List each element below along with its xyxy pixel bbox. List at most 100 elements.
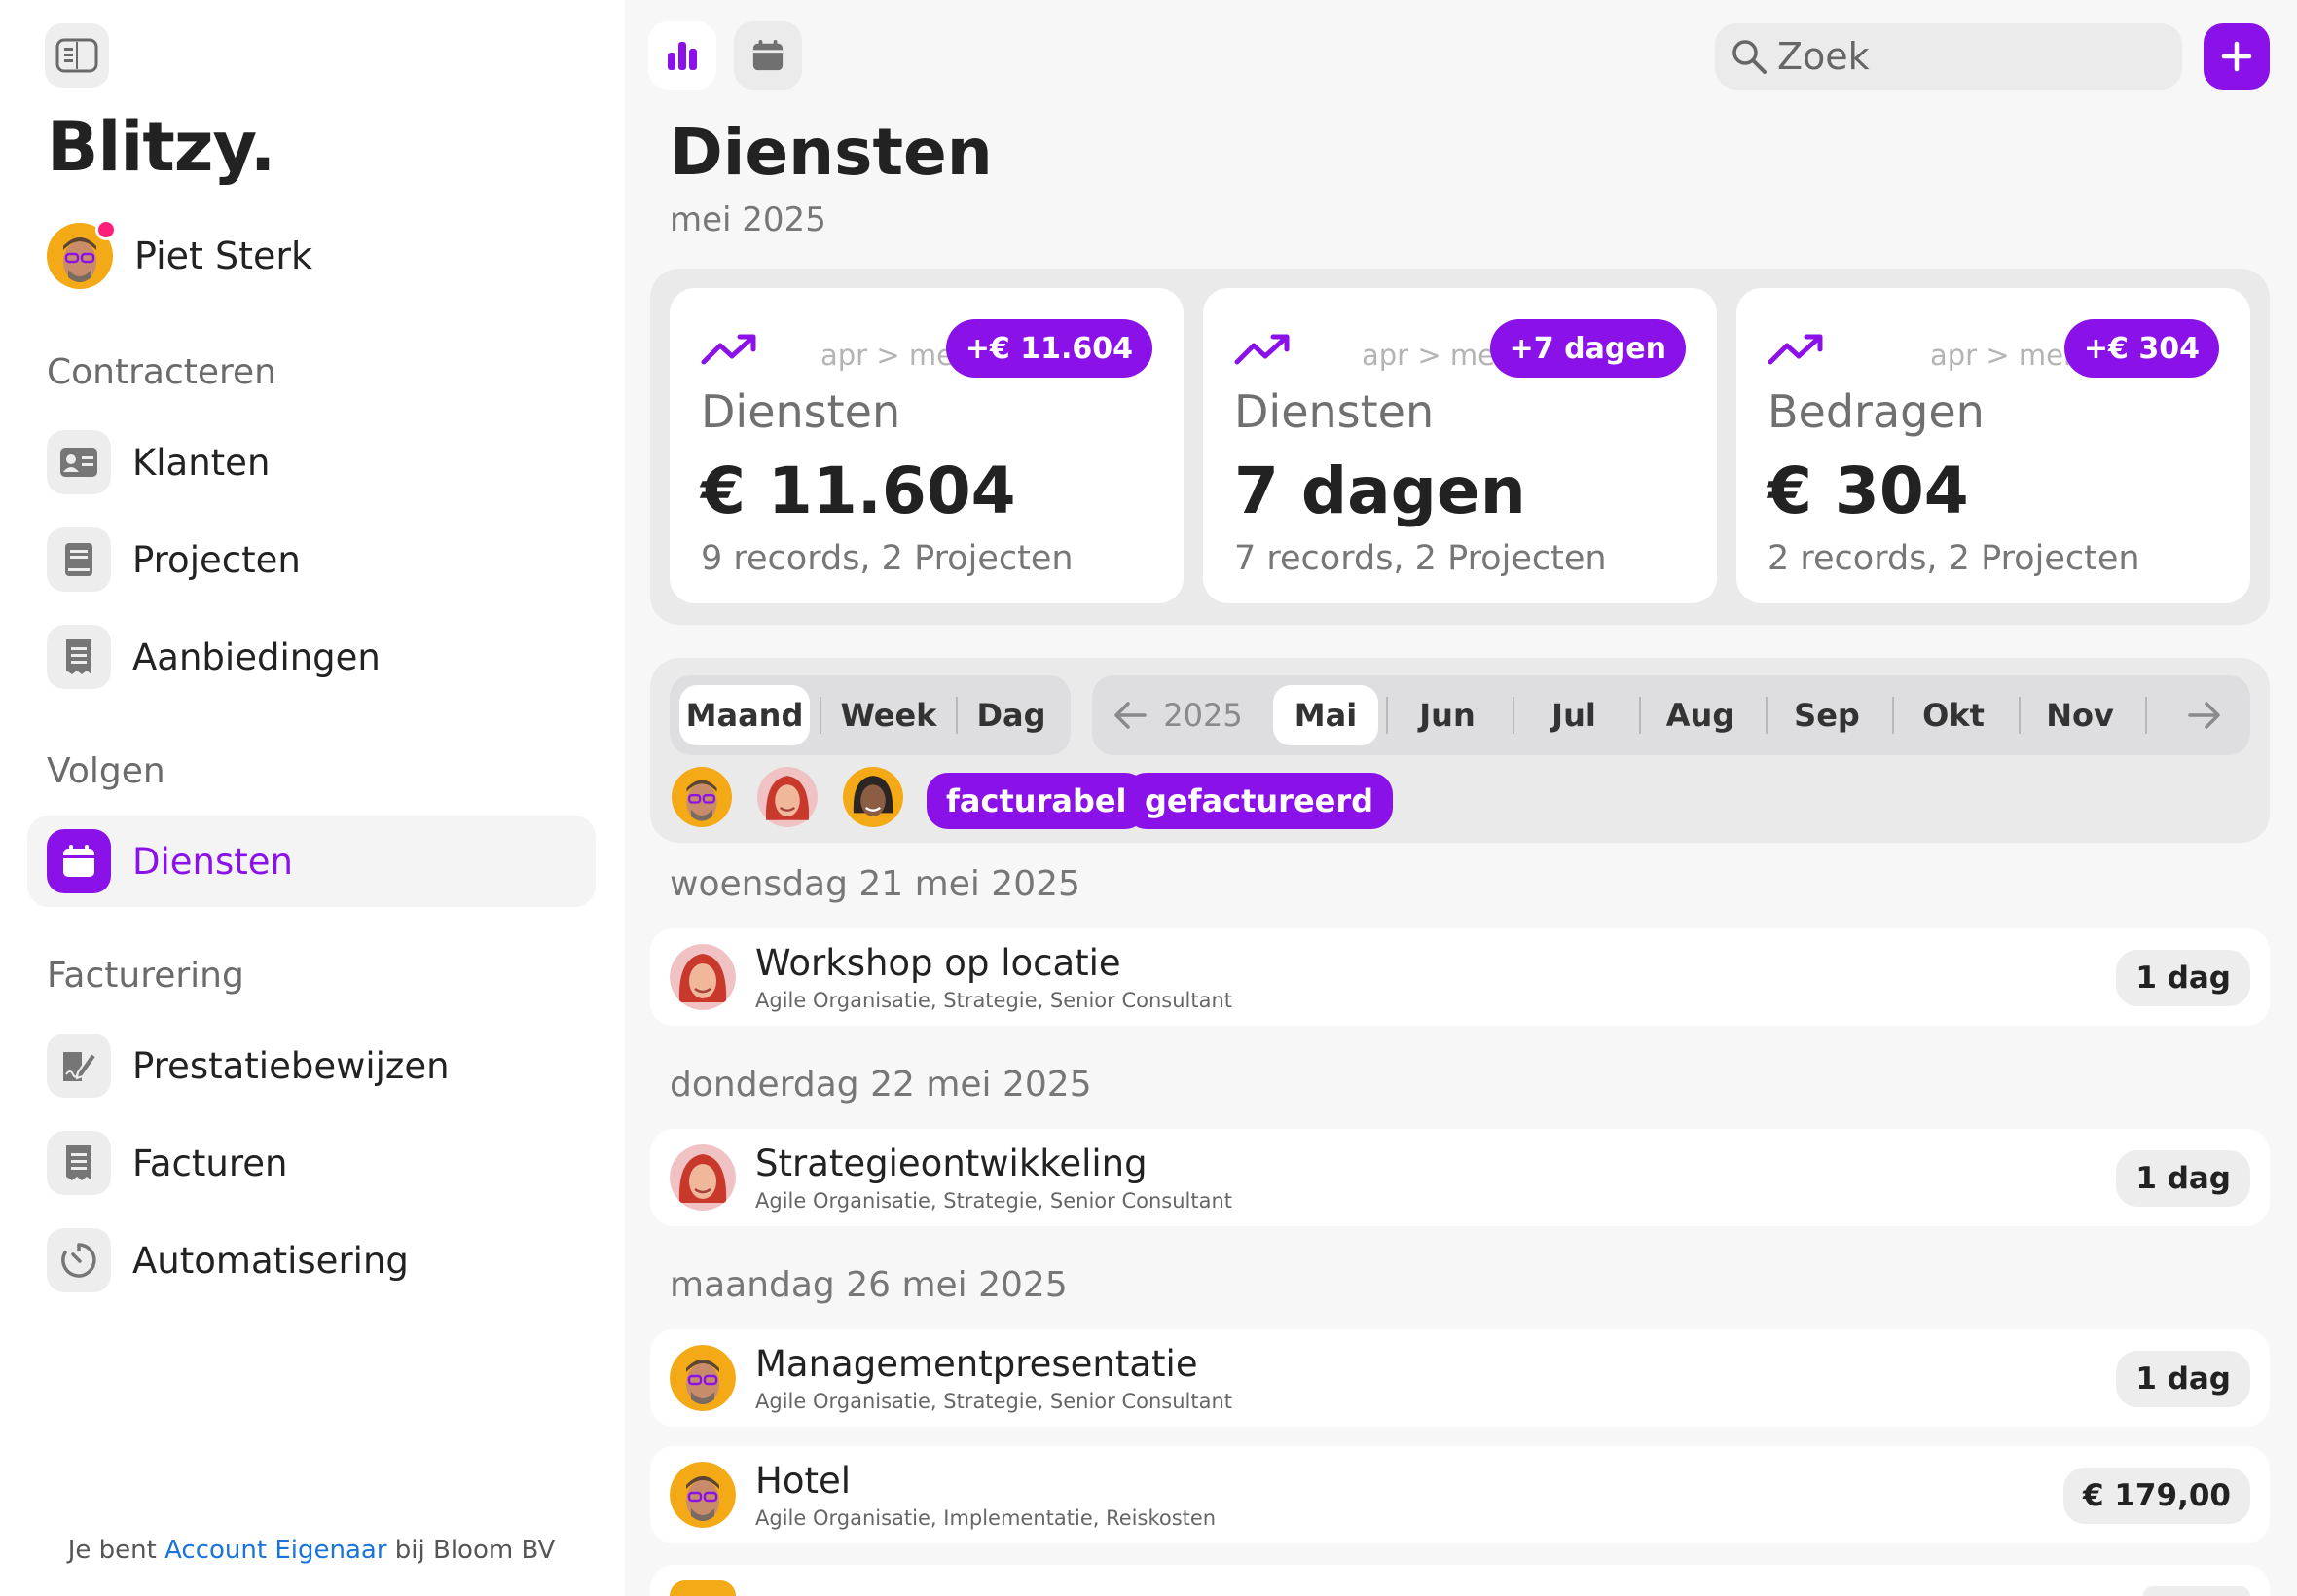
company-name: Bloom BV — [433, 1536, 556, 1565]
month-mai[interactable]: Mai — [1273, 685, 1378, 745]
entry-title: Managementpresentatie — [755, 1343, 1198, 1385]
calendar-icon — [47, 829, 111, 893]
section-facturering: Facturering — [47, 956, 244, 996]
list-item-partial[interactable] — [650, 1565, 2270, 1596]
entry-amount — [2143, 1586, 2250, 1596]
sidebar-toggle-icon — [55, 38, 98, 73]
segment-divider — [1892, 697, 1894, 734]
calendar-view-button[interactable] — [734, 21, 802, 90]
view-maand[interactable]: Maand — [679, 685, 810, 745]
month-nov[interactable]: Nov — [2026, 685, 2133, 745]
month-jun[interactable]: Jun — [1394, 685, 1501, 745]
filter-avatar-dark-hair[interactable] — [843, 767, 903, 827]
footer-prefix: Je bent — [67, 1536, 157, 1565]
segment-divider — [1513, 697, 1514, 734]
entry-details: Agile Organisatie, Strategie, Senior Con… — [755, 1189, 1233, 1213]
filter-avatar-red-hair[interactable] — [757, 767, 818, 827]
entry-title: Hotel — [755, 1460, 852, 1502]
stat-badge: +€ 304 — [2063, 319, 2219, 378]
segment-divider — [820, 697, 821, 734]
sidebar-item-facturen[interactable]: Facturen — [27, 1117, 596, 1209]
section-contracteren: Contracteren — [47, 352, 276, 392]
stat-sub: 2 records, 2 Projecten — [1768, 539, 2140, 578]
sidebar-item-prestatiebewijzen[interactable]: Prestatiebewijzen — [27, 1020, 596, 1111]
month-jul[interactable]: Jul — [1520, 685, 1627, 745]
stat-value: € 304 — [1768, 453, 1969, 528]
filter-chip-facturabel[interactable]: facturabel — [927, 773, 1147, 829]
month-aug[interactable]: Aug — [1647, 685, 1754, 745]
view-segmented-control: Maand Week Dag — [670, 675, 1071, 755]
segment-divider — [2145, 697, 2147, 734]
sidebar-item-klanten[interactable]: Klanten — [27, 417, 596, 508]
contact-card-icon — [47, 430, 111, 494]
segment-divider — [1766, 697, 1768, 734]
notification-dot — [95, 219, 117, 240]
sidebar-item-projecten[interactable]: Projecten — [27, 514, 596, 605]
view-week[interactable]: Week — [825, 685, 952, 745]
sidebar-item-label: Projecten — [132, 538, 301, 581]
sidebar-item-label: Aanbiedingen — [132, 635, 381, 678]
stat-compare: apr > mei — [1362, 339, 1503, 372]
page-title: Diensten — [670, 115, 993, 190]
list-item[interactable]: Strategieontwikkeling Agile Organisatie,… — [650, 1129, 2270, 1226]
month-selector: 2025 Mai Jun Jul Aug Sep Okt Nov — [1092, 675, 2250, 755]
stat-sub: 7 records, 2 Projecten — [1234, 539, 1607, 578]
arrow-right-icon[interactable] — [2188, 700, 2221, 731]
sidebar-item-automatisering[interactable]: Automatisering — [27, 1215, 596, 1306]
avatar — [670, 944, 736, 1010]
sidebar-item-aanbiedingen[interactable]: Aanbiedingen — [27, 611, 596, 703]
month-sep[interactable]: Sep — [1773, 685, 1880, 745]
stat-label: Diensten — [1234, 385, 1435, 438]
stat-value: 7 dagen — [1234, 453, 1526, 528]
month-okt[interactable]: Okt — [1900, 685, 2007, 745]
segment-divider — [2019, 697, 2021, 734]
account-footer: Je bent Account Eigenaar bij Bloom BV — [0, 1536, 623, 1565]
arrow-left-icon[interactable] — [1113, 700, 1147, 731]
timer-icon — [47, 1228, 111, 1292]
bar-chart-icon — [668, 42, 697, 70]
list-item[interactable]: Workshop op locatie Agile Organisatie, S… — [650, 928, 2270, 1026]
filter-chip-gefactureerd[interactable]: gefactureerd — [1125, 773, 1394, 829]
sidebar-item-label: Diensten — [132, 840, 293, 883]
chart-view-button[interactable] — [648, 21, 716, 90]
entry-details: Agile Organisatie, Strategie, Senior Con… — [755, 989, 1233, 1012]
list-item[interactable]: Hotel Agile Organisatie, Implementatie, … — [650, 1446, 2270, 1543]
trend-up-icon — [701, 334, 756, 365]
plus-icon — [2221, 41, 2252, 72]
stat-badge: +€ 11.604 — [945, 319, 1152, 378]
brand-logo: Blitzy. — [47, 107, 275, 187]
stat-sub: 9 records, 2 Projecten — [701, 539, 1074, 578]
stat-card-diensten-days[interactable]: apr > mei +7 dagen Diensten 7 dagen 7 re… — [1203, 288, 1717, 603]
entry-amount: 1 dag — [2116, 1351, 2250, 1407]
sidebar-item-diensten[interactable]: Diensten — [27, 816, 596, 907]
day-heading: maandag 26 mei 2025 — [670, 1265, 1068, 1305]
stat-compare: apr > mei — [1930, 339, 2071, 372]
sidebar-toggle-button[interactable] — [45, 23, 109, 88]
sidebar: Blitzy. Piet Sterk Contracteren Klanten … — [0, 0, 623, 1596]
filter-avatar-piet[interactable] — [672, 767, 732, 827]
search-placeholder: Zoek — [1777, 35, 1870, 78]
stat-card-diensten-amount[interactable]: apr > mei +€ 11.604 Diensten € 11.604 9 … — [670, 288, 1184, 603]
add-button[interactable] — [2204, 23, 2270, 90]
section-volgen: Volgen — [47, 751, 165, 791]
entry-title: Strategieontwikkeling — [755, 1143, 1148, 1184]
receipt-icon — [47, 625, 111, 689]
stat-label: Diensten — [701, 385, 901, 438]
avatar — [670, 1580, 736, 1596]
view-dag[interactable]: Dag — [962, 685, 1061, 745]
entry-amount: 1 dag — [2116, 1150, 2250, 1207]
account-role-link[interactable]: Account Eigenaar — [164, 1536, 386, 1565]
user-profile[interactable]: Piet Sterk — [47, 219, 313, 290]
search-input[interactable]: Zoek — [1715, 23, 2182, 90]
segment-divider — [956, 697, 958, 734]
list-item[interactable]: Managementpresentatie Agile Organisatie,… — [650, 1329, 2270, 1427]
stat-badge: +7 dagen — [1489, 319, 1686, 378]
entry-amount: € 179,00 — [2063, 1468, 2250, 1524]
entry-details: Agile Organisatie, Implementatie, Reisko… — [755, 1506, 1217, 1530]
year-label: 2025 — [1163, 697, 1243, 734]
user-name: Piet Sterk — [134, 235, 313, 277]
stat-compare: apr > mei — [820, 339, 962, 372]
receipt-icon — [47, 1131, 111, 1195]
entry-details: Agile Organisatie, Strategie, Senior Con… — [755, 1390, 1233, 1413]
stat-card-bedragen[interactable]: apr > mei +€ 304 Bedragen € 304 2 record… — [1736, 288, 2250, 603]
